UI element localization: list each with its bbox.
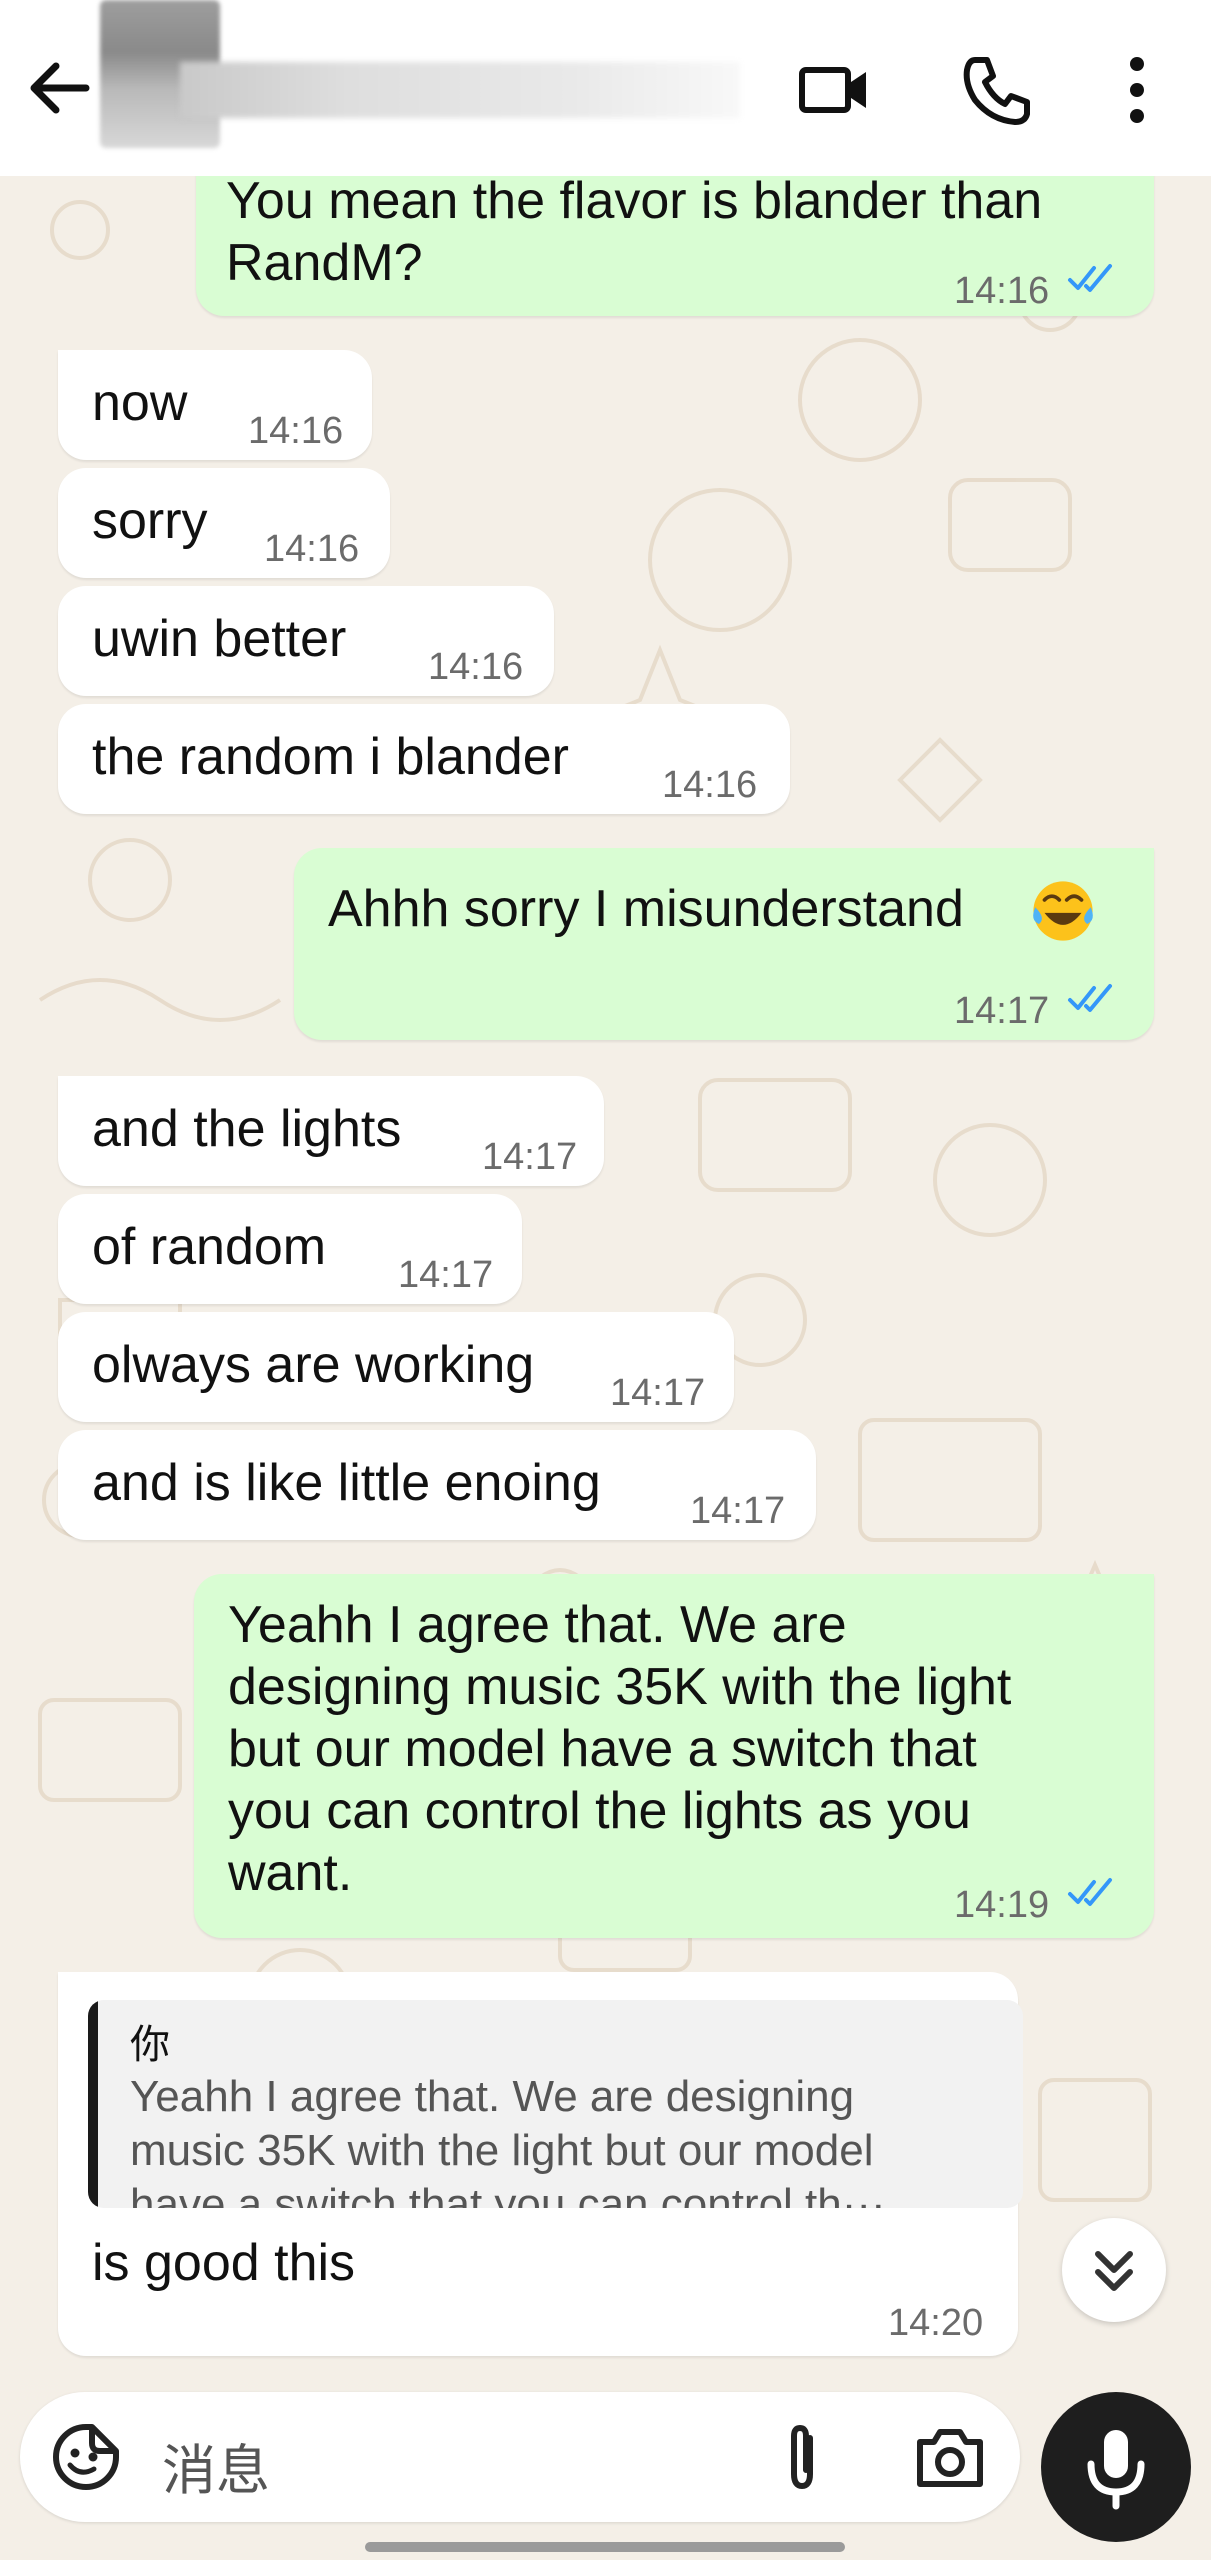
message-outgoing[interactable]: Ahhh sorry I misunderstand 14:17 xyxy=(294,848,1154,1040)
voice-message-button[interactable] xyxy=(1041,2392,1191,2542)
message-time: 14:19 xyxy=(954,1884,1050,1926)
video-camera-icon xyxy=(799,67,866,113)
message-text: and the lights xyxy=(92,1100,402,1158)
message-time: 14:16 xyxy=(248,410,344,452)
paperclip-icon xyxy=(791,2424,813,2490)
message-composer[interactable]: 消息 xyxy=(20,2392,1020,2522)
message-time: 14:17 xyxy=(690,1490,786,1532)
message-text: and is like little enoing xyxy=(92,1454,601,1512)
message-incoming[interactable]: sorry 14:16 xyxy=(58,468,390,578)
quote-text: Yeahh I agree that. We are designing mus… xyxy=(130,2072,886,2208)
message-incoming[interactable]: and is like little enoing 14:17 xyxy=(58,1430,816,1540)
phone-icon xyxy=(963,57,1030,125)
message-text: uwin better xyxy=(92,610,347,668)
read-ticks-icon xyxy=(1068,264,1112,292)
message-text: the random i blander xyxy=(92,728,569,786)
quoted-message[interactable]: 你 Yeahh I agree that. We are designing m… xyxy=(88,2000,1023,2208)
sticker-smiley-icon xyxy=(53,2424,119,2490)
message-incoming[interactable]: the random i blander 14:16 xyxy=(58,704,790,814)
message-text: olways are working xyxy=(92,1336,535,1394)
message-text: of random xyxy=(92,1218,327,1276)
message-input[interactable]: 消息 xyxy=(162,2426,270,2505)
contact-info[interactable] xyxy=(80,0,760,150)
more-options-button[interactable] xyxy=(1095,48,1179,132)
message-time: 14:16 xyxy=(428,646,524,688)
message-outgoing[interactable]: Yeahh I agree that. We are designing mus… xyxy=(194,1574,1154,1938)
message-text: sorry xyxy=(92,492,208,550)
message-time: 14:17 xyxy=(482,1136,578,1178)
message-text: You mean the flavor is blander than Rand… xyxy=(226,172,1043,292)
camera-button[interactable] xyxy=(910,2418,990,2498)
message-time: 14:17 xyxy=(610,1372,706,1414)
message-time: 14:16 xyxy=(264,528,360,570)
chat-header xyxy=(0,0,1211,176)
message-time: 14:20 xyxy=(888,2302,984,2344)
double-chevron-down-icon xyxy=(1095,2251,1133,2291)
contact-name-redacted xyxy=(180,62,740,118)
message-time: 14:16 xyxy=(662,764,758,806)
message-text: now xyxy=(92,374,188,432)
message-text: Yeahh I agree that. We are designing mus… xyxy=(228,1596,1012,1902)
voice-call-button[interactable] xyxy=(955,48,1039,132)
attach-button[interactable] xyxy=(762,2418,842,2498)
more-vertical-icon xyxy=(1130,57,1144,123)
message-incoming[interactable]: and the lights 14:17 xyxy=(58,1076,604,1186)
message-incoming[interactable]: olways are working 14:17 xyxy=(58,1312,734,1422)
scroll-to-bottom-button[interactable] xyxy=(1062,2218,1166,2322)
message-text: is good this xyxy=(92,2234,356,2292)
read-ticks-icon xyxy=(1068,984,1112,1012)
message-incoming[interactable]: uwin better 14:16 xyxy=(58,586,554,696)
home-indicator xyxy=(365,2542,845,2552)
message-incoming[interactable]: now 14:16 xyxy=(58,350,372,460)
message-time: 14:17 xyxy=(954,990,1050,1032)
read-ticks-icon xyxy=(1068,1878,1112,1906)
message-text: Ahhh sorry I misunderstand xyxy=(328,880,964,938)
microphone-icon xyxy=(1087,2430,1145,2510)
face-with-tears-of-joy-icon xyxy=(1033,881,1093,941)
message-list: You mean the flavor is blander than Rand… xyxy=(0,0,1211,2560)
message-time: 14:17 xyxy=(398,1254,494,1296)
camera-icon xyxy=(917,2429,983,2487)
emoji-button[interactable] xyxy=(50,2421,122,2493)
message-incoming-reply[interactable]: 你 Yeahh I agree that. We are designing m… xyxy=(58,1972,1023,2356)
message-time: 14:16 xyxy=(954,270,1050,312)
message-incoming[interactable]: of random 14:17 xyxy=(58,1194,522,1304)
quote-accent-bar xyxy=(88,2000,98,2208)
video-call-button[interactable] xyxy=(792,48,876,132)
quote-author: 你 xyxy=(130,2022,170,2068)
